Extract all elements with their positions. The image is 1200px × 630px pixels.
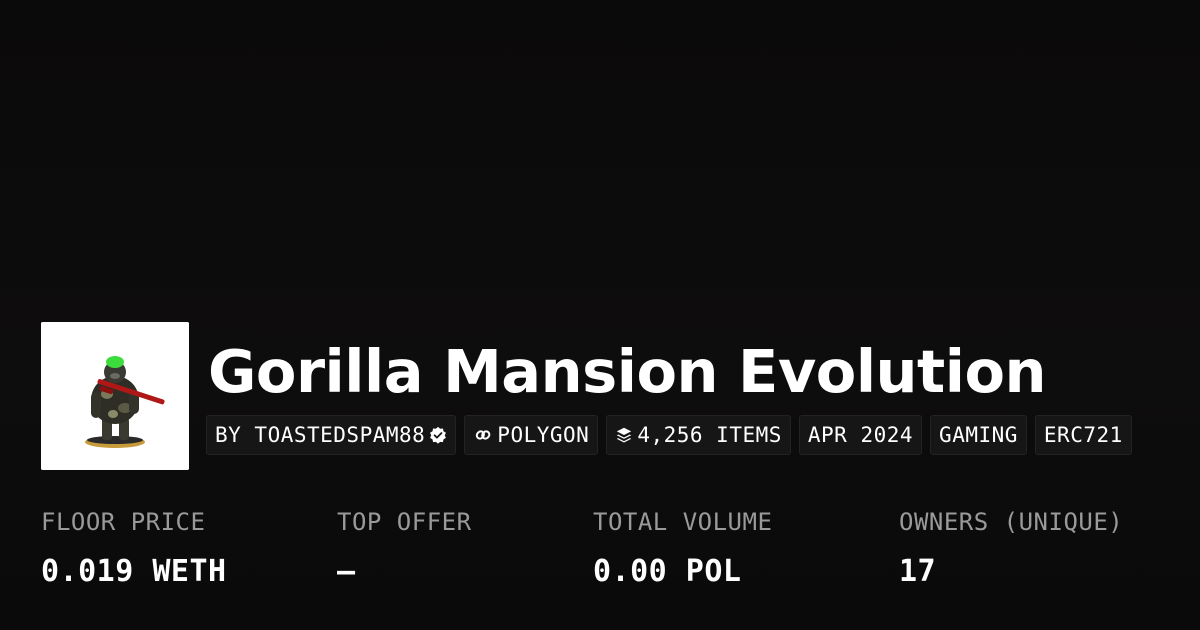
stat-label: TOTAL VOLUME [593,508,773,536]
collection-title: Gorilla Mansion Evolution [208,337,1047,406]
chain-tag-label: POLYGON [497,423,590,447]
created-date-label: APR 2024 [807,423,914,447]
layers-icon [617,427,632,443]
stat-owners: OWNERS (UNIQUE) 17 [899,505,1123,590]
stat-floor-price: FLOOR PRICE 0.019 WETH [41,505,227,590]
stat-total-volume: TOTAL VOLUME 0.00 POL [593,505,772,590]
items-count-tag: 4,256 ITEMS [606,415,791,455]
stat-value: 17 [899,554,937,589]
chain-tag[interactable]: POLYGON [464,415,599,455]
verified-badge-icon [430,426,447,444]
creator-tag-label: BY TOASTEDSPAM88 [215,423,426,447]
collection-tags: BY TOASTEDSPAM88 POLYGON 4,256 ITEMS APR… [206,415,1132,455]
token-standard-label: ERC721 [1043,423,1123,447]
stat-value: — [337,554,356,589]
polygon-chain-icon [476,430,491,440]
stat-value: 0.00 POL [593,554,742,589]
gorilla-figurine-image [41,322,189,470]
collection-avatar[interactable] [41,322,189,470]
category-label: GAMING [939,423,1018,447]
stat-top-offer: TOP OFFER — [337,505,472,590]
creator-tag[interactable]: BY TOASTEDSPAM88 [206,415,457,455]
category-tag[interactable]: GAMING [930,415,1027,455]
stat-label: OWNERS (UNIQUE) [899,508,1124,536]
token-standard-tag: ERC721 [1034,415,1132,455]
created-date-tag: APR 2024 [798,415,923,455]
items-count-label: 4,256 ITEMS [637,423,782,447]
stat-label: FLOOR PRICE [41,508,206,536]
stat-label: TOP OFFER [337,508,472,536]
stat-value: 0.019 WETH [41,554,227,589]
